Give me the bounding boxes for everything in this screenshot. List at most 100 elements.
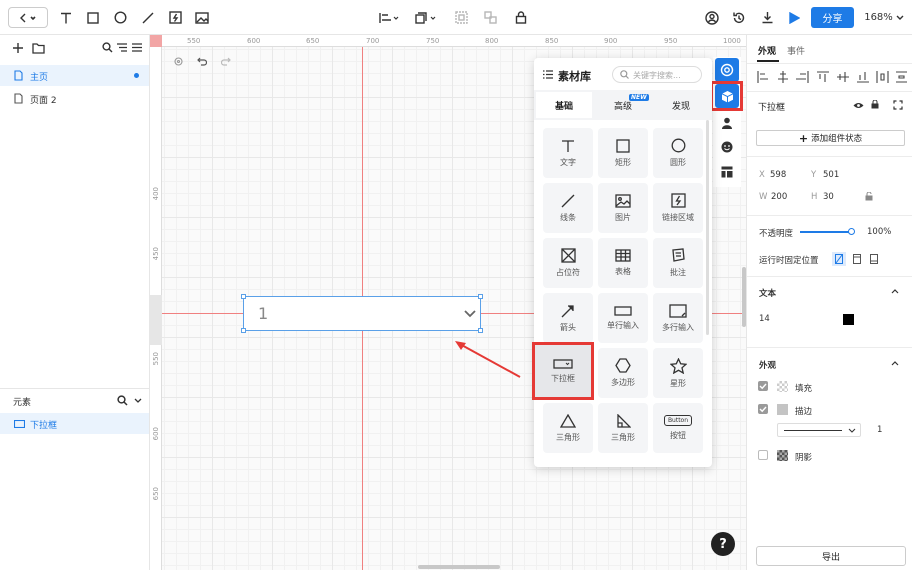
resize-handle[interactable] xyxy=(241,328,246,333)
history-icon[interactable] xyxy=(731,0,747,35)
stroke-checkbox[interactable] xyxy=(758,404,768,414)
sort-icon[interactable] xyxy=(116,42,128,56)
stroke-style-select[interactable] xyxy=(777,423,861,437)
library-item-rectangle[interactable]: 矩形 xyxy=(598,128,648,178)
fixed-none-icon[interactable] xyxy=(832,252,846,266)
add-state-button[interactable]: + 添加组件状态 xyxy=(756,130,905,146)
library-item-table[interactable]: 表格 xyxy=(598,238,648,288)
fixed-top-icon[interactable] xyxy=(850,252,864,266)
opacity-slider[interactable] xyxy=(800,228,855,235)
library-item-multi-input[interactable]: 多行输入 xyxy=(653,293,703,343)
fixed-bottom-icon[interactable] xyxy=(867,252,881,266)
stroke-swatch[interactable] xyxy=(777,404,788,415)
redo-icon[interactable] xyxy=(221,57,231,66)
shadow-swatch[interactable] xyxy=(777,450,788,461)
asset-library-button[interactable] xyxy=(715,84,739,108)
align-bottom-icon[interactable] xyxy=(857,72,869,83)
resize-handle[interactable] xyxy=(478,328,483,333)
chevron-up-icon[interactable] xyxy=(891,289,899,294)
visibility-eye-icon[interactable] xyxy=(853,102,864,109)
user-account-icon[interactable] xyxy=(704,0,720,35)
download-icon[interactable] xyxy=(759,0,775,35)
person-icon[interactable] xyxy=(719,115,735,131)
collapse-all-icon[interactable] xyxy=(131,42,143,56)
library-item-image[interactable]: 图片 xyxy=(598,183,648,233)
share-button[interactable]: 分享 xyxy=(811,7,854,28)
y-input[interactable]: 501 xyxy=(823,170,839,180)
tab-events[interactable]: 事件 xyxy=(787,44,805,57)
add-folder-icon[interactable] xyxy=(32,42,45,57)
chevron-down-icon[interactable] xyxy=(134,397,142,407)
shadow-checkbox[interactable] xyxy=(758,450,768,460)
library-item-placeholder[interactable]: 占位符 xyxy=(543,238,593,288)
library-item-polygon[interactable]: 多边形 xyxy=(598,348,648,398)
undo-icon[interactable] xyxy=(197,57,207,66)
fill-swatch[interactable] xyxy=(777,381,788,392)
font-size-input[interactable]: 14 xyxy=(759,314,770,324)
help-button[interactable]: ? xyxy=(711,532,735,556)
library-item-line[interactable]: 线条 xyxy=(543,183,593,233)
page-item-page2[interactable]: 页面 2 xyxy=(0,88,149,109)
fill-checkbox[interactable] xyxy=(758,381,768,391)
library-item-star[interactable]: 星形 xyxy=(653,348,703,398)
ungroup-icon[interactable] xyxy=(482,0,498,35)
back-button[interactable] xyxy=(8,7,48,28)
zoom-select[interactable]: 168% xyxy=(862,0,906,35)
library-item-arrow[interactable]: 箭头 xyxy=(543,293,593,343)
library-item-text[interactable]: 文字 xyxy=(543,128,593,178)
distribute-h-icon[interactable] xyxy=(876,71,889,83)
library-item-circle[interactable]: 圆形 xyxy=(653,128,703,178)
library-item-right-triangle[interactable]: 三角形 xyxy=(598,403,648,453)
play-preview-icon[interactable] xyxy=(786,0,802,35)
align-dropdown-icon[interactable] xyxy=(378,0,400,35)
link-area-tool-icon[interactable] xyxy=(167,0,183,35)
export-button[interactable]: 导出 xyxy=(756,546,906,566)
library-item-triangle[interactable]: 三角形 xyxy=(543,403,593,453)
image-tool-icon[interactable] xyxy=(194,0,210,35)
x-input[interactable]: 598 xyxy=(770,170,786,180)
opacity-slider-thumb[interactable] xyxy=(848,228,855,235)
canvas-dropdown-component[interactable]: 1 xyxy=(241,294,483,333)
library-item-button[interactable]: Button 按钮 xyxy=(653,403,703,453)
rectangle-tool-icon[interactable] xyxy=(85,0,101,35)
library-item-dropdown[interactable]: 下拉框 xyxy=(532,342,594,400)
library-scrollbar[interactable] xyxy=(706,120,709,335)
chevron-up-icon[interactable] xyxy=(891,361,899,366)
lock-icon[interactable] xyxy=(513,0,529,35)
align-center-h-icon[interactable] xyxy=(778,71,788,83)
w-input[interactable]: 200 xyxy=(771,192,787,202)
library-item-note[interactable]: 批注 xyxy=(653,238,703,288)
expand-icon[interactable] xyxy=(893,100,903,110)
search-icon[interactable] xyxy=(102,42,113,56)
line-tool-icon[interactable] xyxy=(140,0,156,35)
text-tool-icon[interactable] xyxy=(58,0,74,35)
horizontal-scrollbar[interactable] xyxy=(418,565,500,569)
page-item-home[interactable]: 主页 xyxy=(0,65,149,86)
opacity-value[interactable]: 100% xyxy=(867,227,891,237)
lock-icon[interactable] xyxy=(871,100,879,109)
library-item-single-input[interactable]: 单行输入 xyxy=(598,293,648,343)
resize-handle[interactable] xyxy=(241,294,246,299)
target-icon[interactable] xyxy=(174,57,183,66)
element-item-dropdown[interactable]: 下拉框 xyxy=(0,413,149,434)
align-top-icon[interactable] xyxy=(817,71,829,82)
add-page-icon[interactable] xyxy=(12,42,24,57)
h-input[interactable]: 30 xyxy=(823,192,834,202)
align-right-icon[interactable] xyxy=(796,71,809,83)
library-search-input[interactable]: 关键字搜索... xyxy=(612,66,702,83)
align-middle-icon[interactable] xyxy=(837,72,849,82)
resize-handle[interactable] xyxy=(478,294,483,299)
group-icon[interactable] xyxy=(453,0,469,35)
element-search-icon[interactable] xyxy=(117,395,128,409)
tab-discover[interactable]: 发现 xyxy=(653,92,709,118)
text-color-swatch[interactable] xyxy=(843,314,854,325)
component-library-toggle[interactable] xyxy=(715,58,739,82)
distribute-v-icon[interactable] xyxy=(896,71,907,83)
library-item-link-area[interactable]: 链接区域 xyxy=(653,183,703,233)
aspect-lock-icon[interactable] xyxy=(865,192,873,201)
circle-tool-icon[interactable] xyxy=(112,0,128,35)
group-dropdown-icon[interactable] xyxy=(414,0,438,35)
tab-basic[interactable]: 基础 xyxy=(536,92,592,118)
tab-appearance[interactable]: 外观 xyxy=(758,44,776,57)
align-left-icon[interactable] xyxy=(757,71,768,83)
